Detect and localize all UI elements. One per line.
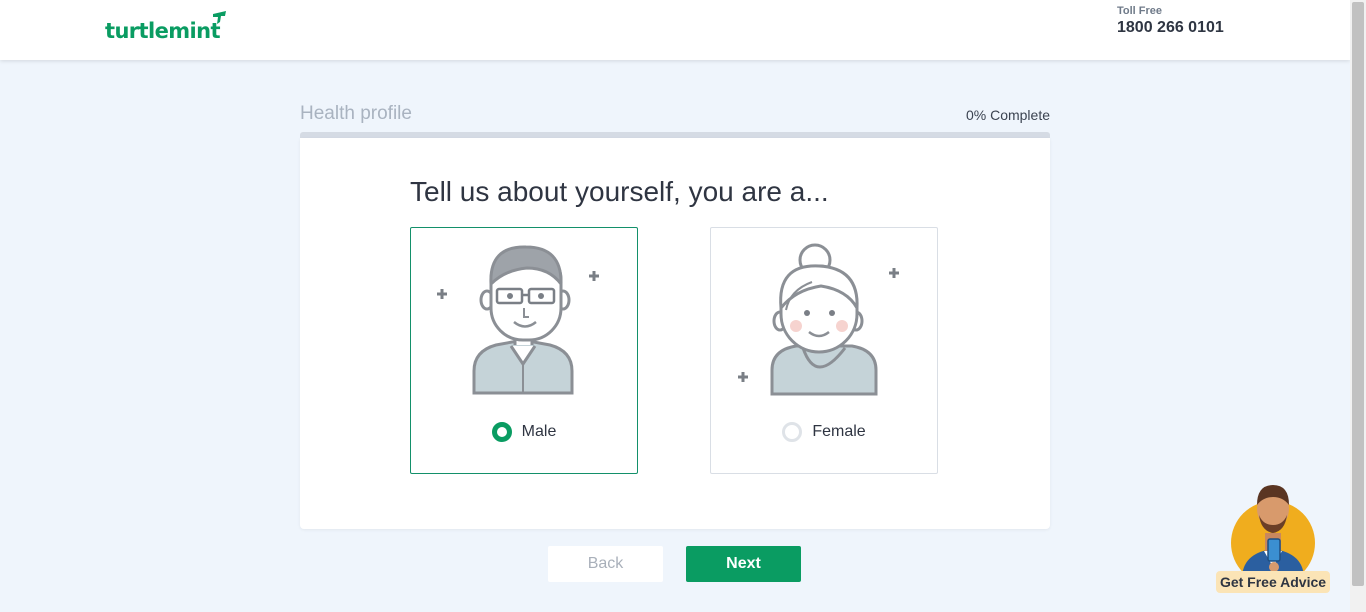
female-label: Female — [812, 423, 866, 440]
logo-text: turtlemint — [105, 19, 221, 43]
toll-free-contact: Toll Free 1800 266 0101 — [1117, 5, 1224, 37]
free-advice-widget[interactable]: Get Free Advice — [1216, 483, 1330, 593]
progress-percentage: 0% Complete — [965, 107, 1050, 123]
logo-mark-icon — [213, 11, 226, 24]
male-radio-button[interactable] — [491, 422, 512, 442]
female-radio-row[interactable]: Female — [711, 422, 937, 442]
male-option-card[interactable]: Male — [410, 227, 638, 474]
question-title: Tell us about yourself, you are a... — [410, 176, 829, 207]
male-radio-row[interactable]: Male — [411, 422, 637, 442]
back-button[interactable]: Back — [548, 546, 663, 582]
scrollbar-thumb[interactable] — [1352, 2, 1364, 586]
male-avatar-icon — [437, 245, 599, 395]
advisor-avatar-icon — [1231, 485, 1315, 583]
next-button[interactable]: Next — [686, 546, 801, 582]
female-avatar-icon — [738, 243, 899, 396]
toll-free-number[interactable]: 1800 266 0101 — [1117, 19, 1224, 37]
turtlemint-logo[interactable]: turtlemint — [105, 10, 226, 43]
toll-free-label: Toll Free — [1117, 5, 1163, 17]
free-advice-label[interactable]: Get Free Advice — [1216, 571, 1330, 593]
page-scrollbar[interactable] — [1350, 0, 1366, 612]
top-header: turtlemint Toll Free 1800 266 0101 — [0, 0, 1350, 60]
female-option-card[interactable]: Female — [710, 227, 938, 474]
male-label: Male — [521, 423, 557, 440]
progress-title: Health profile — [300, 103, 412, 124]
female-radio-button[interactable] — [782, 422, 803, 442]
question-card: Tell us about yourself, you are a... Mal… — [300, 138, 1050, 529]
